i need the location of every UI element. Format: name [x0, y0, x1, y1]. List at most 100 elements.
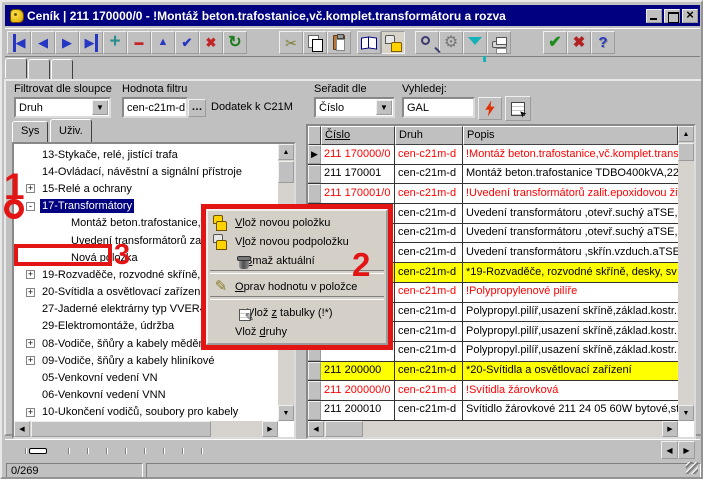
grid-row[interactable]: 211 170000/0 cen-c21m-d !Montáž beton.tr…: [308, 145, 678, 165]
toolbar-button[interactable]: [103, 31, 127, 54]
grid-horizontal-scrollbar[interactable]: ◀ ▶: [308, 421, 678, 437]
scroll-left-icon[interactable]: ◀: [14, 421, 30, 437]
toolbar-button[interactable]: [357, 31, 381, 54]
cell-druh[interactable]: cen-c21m-d: [395, 303, 463, 322]
scroll-right-icon[interactable]: ▶: [678, 441, 695, 459]
grid-vscroll-thumb[interactable]: [678, 143, 694, 161]
toolbar-button[interactable]: [487, 31, 511, 54]
toolbar-button[interactable]: [55, 31, 79, 54]
chevron-down-icon[interactable]: ▼: [376, 100, 392, 115]
cell-druh[interactable]: cen-c21m-d: [395, 204, 463, 223]
tree-item[interactable]: + 10-Ukončení vodičů, soubory pro kabely: [14, 404, 278, 421]
cell-cislo[interactable]: 211 200010: [321, 401, 395, 420]
toolbar-button[interactable]: [463, 31, 487, 54]
scroll-down-icon[interactable]: ▼: [278, 405, 294, 421]
toolbar-button[interactable]: [327, 31, 351, 54]
cell-druh[interactable]: cen-c21m-d: [395, 381, 463, 400]
tree-item[interactable]: 06-Venkovní vedení VNN: [14, 387, 278, 404]
tree-expander-icon[interactable]: +: [26, 184, 35, 193]
table-tab[interactable]: [183, 448, 202, 454]
cell-popis[interactable]: !Uvedení transformátorů zalit.epoxidovou…: [463, 184, 678, 203]
scroll-up-icon[interactable]: ▲: [678, 126, 694, 142]
cell-druh[interactable]: cen-c21m-d: [395, 263, 463, 282]
toolbar-button[interactable]: [567, 31, 591, 54]
table-tab[interactable]: [69, 448, 88, 454]
toolbar-button[interactable]: [31, 31, 55, 54]
table-tab[interactable]: [29, 448, 47, 454]
tree-expander-icon[interactable]: +: [26, 270, 35, 279]
toolbar-button[interactable]: [151, 31, 175, 54]
tree-expander-icon[interactable]: +: [26, 339, 35, 348]
toolbar-button[interactable]: [381, 31, 405, 54]
table-tab[interactable]: [88, 448, 107, 454]
cell-druh[interactable]: cen-c21m-d: [395, 322, 463, 341]
cell-popis[interactable]: Montáž beton.trafostanice TDBO400kVA,22: [463, 165, 678, 184]
tree-expander-icon[interactable]: -: [26, 202, 35, 211]
tree-item[interactable]: 13-Stykače, relé, jistící trafa: [14, 146, 278, 163]
tree-item[interactable]: 05-Venkovní vedení VN: [14, 369, 278, 386]
cell-cislo[interactable]: 211 170001/0: [321, 184, 395, 203]
cell-druh[interactable]: cen-c21m-d: [395, 401, 463, 420]
filter-value-input[interactable]: cen-c21m-d: [122, 97, 188, 118]
search-execute-button[interactable]: [478, 97, 502, 120]
filter-value-browse-button[interactable]: …: [188, 99, 206, 117]
cell-druh[interactable]: cen-c21m-d: [395, 184, 463, 203]
table-tab[interactable]: [50, 448, 69, 454]
toolbar-button[interactable]: [79, 31, 103, 54]
scroll-left-icon[interactable]: ◀: [661, 441, 678, 459]
tree-expander-icon[interactable]: +: [26, 408, 35, 417]
toolbar-button[interactable]: [199, 31, 223, 54]
grid-row[interactable]: 211 200010 cen-c21m-d Svítidlo žárovkové…: [308, 401, 678, 421]
scroll-right-icon[interactable]: ▶: [262, 421, 278, 437]
tab-sys[interactable]: Sys: [12, 121, 48, 142]
tree-item[interactable]: + 15-Relé a ochrany: [14, 180, 278, 197]
grid-row[interactable]: 211 200000 cen-c21m-d *20-Svítidla a osv…: [308, 362, 678, 382]
grid-vertical-scrollbar[interactable]: ▲ ▼: [678, 126, 694, 421]
cell-druh[interactable]: cen-c21m-d: [395, 224, 463, 243]
grid-row[interactable]: 211 200000/0 cen-c21m-d !Svítidla žárovk…: [308, 381, 678, 401]
cell-druh[interactable]: cen-c21m-d: [395, 145, 463, 164]
grid-column-header[interactable]: Popis: [463, 126, 678, 145]
scroll-right-icon[interactable]: ▶: [662, 421, 678, 437]
cell-popis[interactable]: Svítidlo žárovkové 211 24 05 60W bytové,…: [463, 401, 678, 420]
close-button[interactable]: [682, 9, 698, 23]
cell-cislo[interactable]: 211 170000/0: [321, 145, 395, 164]
grid-column-header[interactable]: [308, 126, 321, 145]
toolbar-button[interactable]: [223, 31, 247, 54]
page-tab[interactable]: [5, 58, 27, 78]
cell-popis[interactable]: Uvedení transformátoru ,otevř.suchý aTSE…: [463, 204, 678, 223]
table-tab[interactable]: [145, 448, 164, 454]
cell-popis[interactable]: !Montáž beton.trafostanice,vč.komplet.tr…: [463, 145, 678, 164]
grid-column-header[interactable]: Druh: [395, 126, 463, 145]
minimize-button[interactable]: [646, 9, 662, 23]
page-tab[interactable]: [51, 59, 73, 79]
cell-popis[interactable]: Uvedení transformátoru ,skřín.vzduch.aTS…: [463, 243, 678, 262]
grid-column-header[interactable]: Číslo: [321, 126, 395, 145]
toolbar-button[interactable]: [439, 31, 463, 54]
cell-druh[interactable]: cen-c21m-d: [395, 243, 463, 262]
cell-druh[interactable]: cen-c21m-d: [395, 165, 463, 184]
grid-row[interactable]: 211 170001/0 cen-c21m-d !Uvedení transfo…: [308, 184, 678, 204]
cell-popis[interactable]: Polypropyl.pilíř,usazení skříně,základ.k…: [463, 303, 678, 322]
filter-column-select[interactable]: Druh ▼: [14, 97, 111, 118]
search-input[interactable]: GAL: [402, 97, 475, 118]
maximize-button[interactable]: [664, 9, 680, 23]
tree-item[interactable]: + 09-Vodiče, šňůry a kabely hliníkové: [14, 352, 278, 369]
tree-expander-icon[interactable]: +: [26, 356, 35, 365]
toolbar-button[interactable]: [279, 31, 303, 54]
tab-uziv[interactable]: Uživ.: [50, 119, 92, 142]
tree-item[interactable]: 14-Ovládací, návěstní a signální přístro…: [14, 163, 278, 180]
sort-select[interactable]: Číslo ▼: [314, 97, 395, 118]
toolbar-button[interactable]: [415, 31, 439, 54]
cell-cislo[interactable]: 211 200000/0: [321, 381, 395, 400]
tree-vscroll-thumb[interactable]: [278, 161, 294, 183]
toolbar-button[interactable]: [175, 31, 199, 54]
chevron-down-icon[interactable]: ▼: [92, 100, 108, 115]
toolbar-button[interactable]: [127, 31, 151, 54]
tree-hscroll-thumb[interactable]: [31, 421, 211, 437]
toolbar-button[interactable]: [7, 31, 31, 54]
cell-popis[interactable]: !Polypropylenové pilíře: [463, 283, 678, 302]
scroll-left-icon[interactable]: ◀: [308, 421, 324, 437]
scroll-up-icon[interactable]: ▲: [278, 144, 294, 160]
toolbar-button[interactable]: [303, 31, 327, 54]
